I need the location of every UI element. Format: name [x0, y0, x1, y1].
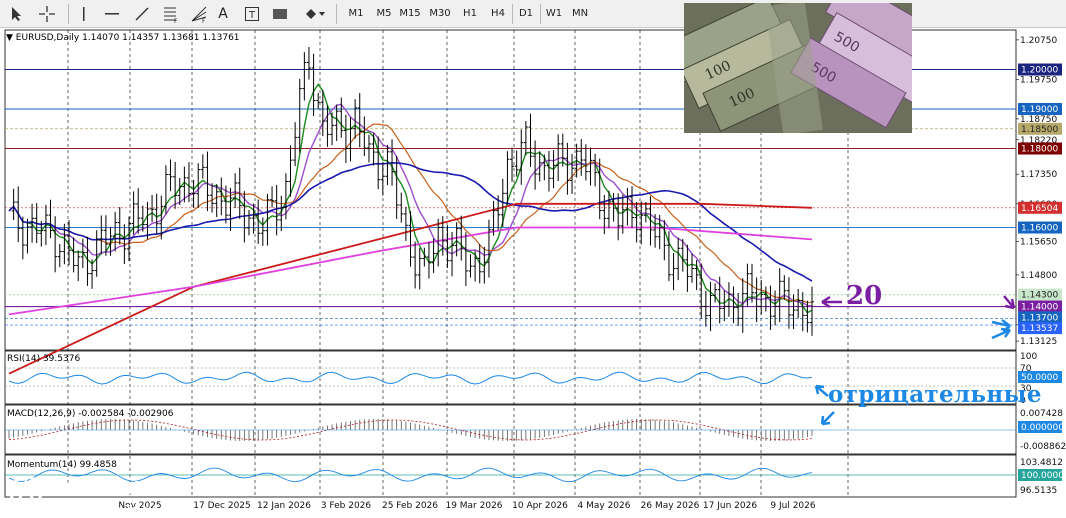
momentum-axis-tick: 103.4812	[1020, 458, 1063, 468]
price-axis-tick: 1.20750	[1020, 36, 1057, 46]
timeframe-m15[interactable]: M15	[398, 6, 422, 22]
toolbar-separator	[540, 4, 541, 24]
date-axis-tick: 17 Jun 2026	[703, 501, 757, 511]
price-tag-label: 1.14000	[1021, 303, 1058, 313]
date-axis-tick: 3 Feb 2026	[321, 501, 372, 511]
price-tag-label: 1.18500	[1021, 125, 1058, 135]
macd-value-box-label: 0.000000	[1021, 423, 1064, 433]
trendline-icon[interactable]	[132, 4, 152, 24]
arrow-to-level-1135-icon	[991, 327, 1012, 340]
instaforex-logo: instaforex Instant Forex Trading	[6, 472, 186, 516]
ma-period-annotation: 20	[846, 281, 883, 311]
price-tag-label: 1.20000	[1021, 66, 1058, 76]
date-axis-tick: 17 Dec 2025	[193, 501, 251, 511]
date-axis-tick: 25 Feb 2026	[382, 501, 438, 511]
date-axis-tick: 19 Mar 2026	[445, 501, 502, 511]
svg-text:F: F	[174, 18, 178, 23]
price-axis-tick: 1.19750	[1020, 75, 1057, 85]
price-tag-label: 1.18000	[1021, 145, 1058, 155]
vertical-line-icon[interactable]	[76, 4, 92, 24]
svg-text:F: F	[202, 18, 206, 23]
price-tag-label: 1.16504	[1021, 204, 1058, 214]
momentum-axis-tick: 96.5135	[1020, 486, 1057, 496]
price-tag-label: 1.19000	[1021, 105, 1058, 115]
price-axis-tick: 1.15650	[1020, 237, 1057, 247]
date-axis-tick: 12 Jan 2026	[257, 501, 311, 511]
logo-tagline: Instant Forex Trading	[50, 503, 166, 516]
chart-header: ▼ EURUSD,Daily 1.14070 1.14357 1.13681 1…	[6, 33, 240, 43]
price-tag-label: 1.13700	[1021, 313, 1058, 323]
rsi-title: RSI(14) 39.5376	[7, 354, 81, 364]
timeframe-mn[interactable]: MN	[568, 6, 592, 22]
fibonacci-icon[interactable]: F	[160, 4, 182, 24]
currency-banknotes-image: 100 100 500 500	[684, 3, 912, 133]
timeframe-m1[interactable]: M1	[344, 6, 368, 22]
fibonacci-fan-icon[interactable]: F	[188, 4, 210, 24]
chart-symbol: EURUSD,Daily	[15, 33, 80, 43]
timeframe-w1[interactable]: W1	[542, 6, 566, 22]
momentum-title: Momentum(14) 99.4858	[7, 460, 117, 470]
date-axis-tick: 26 May 2026	[641, 501, 700, 511]
instaforex-logo-icon	[9, 475, 43, 509]
date-axis-tick: 9 Jul 2026	[770, 501, 815, 511]
rectangle-icon[interactable]	[270, 4, 290, 24]
price-tag-label: 1.13537	[1021, 324, 1058, 334]
date-axis-tick: 4 May 2026	[578, 501, 631, 511]
arrow-to-macd-icon	[820, 411, 835, 426]
text-icon[interactable]: A	[214, 4, 232, 24]
toolbar-separator	[336, 4, 337, 24]
price-axis-tick: 1.17350	[1020, 170, 1057, 180]
price-tag-label: 1.16000	[1021, 224, 1058, 234]
price-tag-label: 1.14300	[1021, 291, 1058, 301]
rsi-axis-tick: 100	[1020, 352, 1037, 362]
timeframe-m5[interactable]: M5	[372, 6, 396, 22]
svg-text:T: T	[248, 10, 256, 21]
price-axis-tick: 1.14800	[1020, 271, 1057, 281]
indicator-note-annotation: отрицательные	[828, 381, 1042, 408]
price-axis-tick: 1.13125	[1020, 337, 1057, 347]
timeframe-m30[interactable]: M30	[428, 6, 452, 22]
logo-name: instaforex	[48, 472, 173, 502]
macd-axis-tick: -0.008862	[1020, 442, 1066, 452]
toolbar-separator	[512, 4, 513, 24]
toolbar-separator	[68, 4, 69, 24]
cursor-icon[interactable]	[8, 4, 26, 24]
timeframe-h4[interactable]: H4	[486, 6, 510, 22]
date-axis-tick: 10 Apr 2026	[512, 501, 568, 511]
text-label-icon[interactable]: T	[242, 4, 262, 24]
arrow-to-ma-icon	[821, 295, 842, 309]
momentum-value-box-label: 100.0000	[1021, 471, 1064, 481]
collapse-triangle-icon[interactable]: ▼	[6, 33, 13, 43]
rsi-line	[8, 371, 813, 385]
timeframe-h1[interactable]: H1	[458, 6, 482, 22]
macd-axis-tick: 0.007428	[1020, 409, 1063, 419]
crosshair-icon[interactable]	[36, 4, 58, 24]
horizontal-line-icon[interactable]	[102, 4, 122, 24]
macd-title: MACD(12,26,9) -0.002584 -0.002906	[7, 409, 174, 419]
chart-ohlc: 1.14070 1.14357 1.13681 1.13761	[82, 33, 240, 43]
timeframe-d1[interactable]: D1	[514, 6, 538, 22]
arrow-to-level-1140-icon	[1003, 295, 1016, 310]
arrow-to-rsi-icon	[814, 384, 829, 397]
shapes-dropdown-icon[interactable]	[302, 4, 328, 24]
